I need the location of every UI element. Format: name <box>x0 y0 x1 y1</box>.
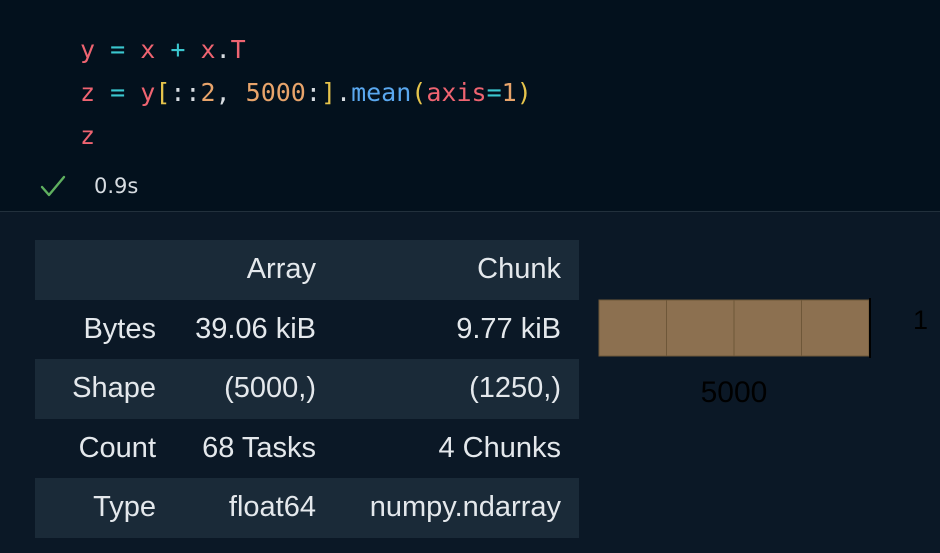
table-row: Type float64 numpy.ndarray <box>35 478 579 538</box>
array-value: 68 Tasks <box>202 431 316 464</box>
code-token: ( <box>411 78 427 107</box>
chunk-value: (1250,) <box>469 372 561 405</box>
code-token: z <box>80 121 96 150</box>
array-value: float64 <box>228 491 316 524</box>
chunk-diagram: 1 5000 <box>598 298 928 409</box>
code-token: z <box>80 78 96 107</box>
chunk-block <box>733 299 802 357</box>
code-token: 1 <box>501 78 517 107</box>
code-line[interactable]: z = y[::2, 5000:].mean(axis=1) <box>80 71 532 114</box>
code-token: , <box>215 78 246 107</box>
row-label: Count <box>78 431 156 464</box>
code-token: : <box>305 78 321 107</box>
code-token: mean <box>351 78 412 107</box>
code-token: :: <box>170 78 201 107</box>
code-token: T <box>230 35 246 64</box>
row-label: Type <box>93 491 156 524</box>
dimension-label-right: 1 <box>913 305 928 335</box>
table-header-array: Array <box>246 253 316 286</box>
table-row: Bytes 39.06 kiB 9.77 kiB <box>35 300 579 360</box>
chunk-block <box>801 299 870 357</box>
code-token: y <box>140 78 156 107</box>
chunk-value: numpy.ndarray <box>369 491 561 524</box>
code-token: + <box>170 35 186 64</box>
chunk-value: 4 Chunks <box>438 431 561 464</box>
code-token: = <box>486 78 502 107</box>
code-token: x <box>200 35 216 64</box>
table-row: Count 68 Tasks 4 Chunks <box>35 419 579 479</box>
execution-status: 0.9s <box>40 171 138 201</box>
table-row: Shape (5000,) (1250,) <box>35 359 579 419</box>
code-token: = <box>110 35 126 64</box>
code-token: y <box>80 35 96 64</box>
code-token: 5000 <box>245 78 306 107</box>
chunk-blocks <box>598 299 870 357</box>
row-label: Bytes <box>83 312 156 345</box>
code-token: . <box>336 78 352 107</box>
array-info-table: Array Chunk Bytes 39.06 kiB 9.77 kiB Sha… <box>35 240 579 538</box>
table-header-chunk: Chunk <box>477 253 561 286</box>
chunk-value: 9.77 kiB <box>456 312 561 345</box>
code-token: x <box>140 35 156 64</box>
check-icon <box>40 175 66 197</box>
code-token: . <box>215 35 231 64</box>
code-token: [ <box>155 78 171 107</box>
code-token: ) <box>516 78 532 107</box>
execution-duration: 0.9s <box>94 174 139 198</box>
code-line[interactable]: y = x + x.T <box>80 28 532 71</box>
code-cell-input[interactable]: y = x + x.T z = y[::2, 5000:].mean(axis=1… <box>0 0 940 212</box>
table-header-row: Array Chunk <box>35 240 579 300</box>
code-line[interactable]: z <box>80 114 532 157</box>
chunk-block <box>598 299 667 357</box>
array-value: 39.06 kiB <box>195 312 316 345</box>
code-token: axis <box>426 78 487 107</box>
row-label: Shape <box>72 372 156 405</box>
code-editor[interactable]: y = x + x.T z = y[::2, 5000:].mean(axis=1… <box>80 28 532 157</box>
dimension-label-bottom: 5000 <box>701 376 768 409</box>
table-header-cell <box>35 240 174 300</box>
chunk-block <box>666 299 735 357</box>
code-token: = <box>110 78 126 107</box>
array-value: (5000,) <box>224 372 316 405</box>
code-token: ] <box>320 78 336 107</box>
code-token: 2 <box>200 78 216 107</box>
cell-output: Array Chunk Bytes 39.06 kiB 9.77 kiB Sha… <box>0 212 940 553</box>
